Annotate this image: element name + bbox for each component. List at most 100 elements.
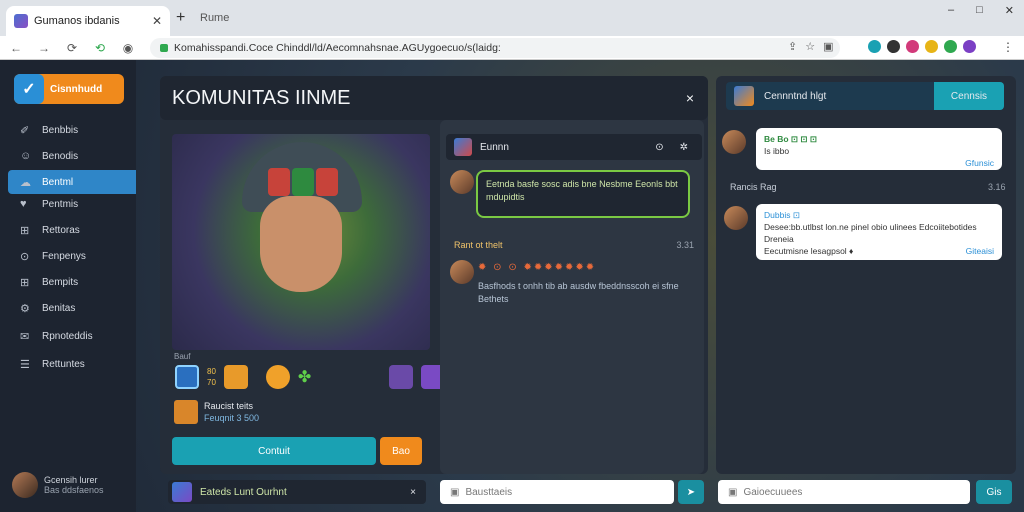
browser-tab-strip: Gumanos ibdanis ✕ + Rume – □ ✕ (0, 0, 1024, 36)
app-area: ✓ Cisnnhudd ✐ Benbbis ☺ Benodis ☁ Bentml ♥ P… (0, 60, 1024, 512)
helmet-mark (292, 168, 314, 196)
star-icon[interactable]: ☆ (805, 40, 815, 53)
skill-chips: 80 70 ✤ (175, 365, 446, 389)
sidebar-item-1[interactable]: ✐ Benbbis (8, 118, 136, 142)
right-input-placeholder: Gaioecuuees (743, 486, 803, 498)
list-icon: ☰ (20, 358, 30, 371)
card-text: Desee:bb.utlbst lon.ne pinel obio ulinee… (764, 222, 977, 244)
ext-icon-6[interactable] (963, 40, 976, 53)
sidebar-item-7[interactable]: ⊞ Bempits (8, 270, 136, 294)
settings-icon[interactable]: ✲ (680, 142, 688, 153)
shield-icon[interactable] (223, 365, 248, 389)
ext-icon-4[interactable] (925, 40, 938, 53)
stat-bottom: 70 (207, 378, 216, 387)
card-sub: Eecutmisne lesagpsol ♦ (764, 246, 854, 256)
card-tag[interactable]: Giteaisi (966, 245, 994, 257)
sidebar-item-label: Benodis (42, 150, 79, 162)
helmet-mark (268, 168, 290, 196)
coin-icon[interactable] (265, 365, 290, 389)
right-label: Rancis Rag (730, 182, 777, 192)
message-card: Be Bo ⊡ ⊡ ⊡ Is ibbo Gfunsic (756, 128, 1002, 170)
close-icon[interactable]: × (410, 487, 416, 498)
emoji-row: ✹ ⊙ ⊙ ✹✹✹✹✹✹✹ (478, 262, 597, 273)
sidebar-item-label: Fenpenys (42, 250, 86, 262)
sidebar-item-3[interactable]: ☁ Bentml (8, 170, 136, 194)
sidebar-item-label: Rettoras (42, 224, 80, 236)
logo[interactable]: ✓ Cisnnhudd (14, 74, 124, 104)
right-header-title: Cennntnd hlgt (764, 90, 827, 102)
chat-input[interactable]: ▣ Bausttaeis (440, 480, 674, 504)
ext-icon-5[interactable] (944, 40, 957, 53)
header-button[interactable]: Cennsis (934, 82, 1004, 110)
timer-icon[interactable] (389, 365, 414, 389)
table-icon: ⊞ (20, 276, 30, 289)
chat-message: Eetnda basfe sosc adis bne Nesbme Eeonls… (446, 166, 696, 232)
new-tab-icon[interactable]: + (176, 9, 185, 27)
section-count: 3.31 (676, 240, 694, 250)
edit-icon: ✐ (20, 124, 30, 137)
forward-icon[interactable]: → (36, 41, 52, 55)
stat-top: 80 (207, 367, 216, 376)
url-text: Komahisspandi.Coce Chinddl/ld/Aecomnahsn… (174, 42, 501, 54)
sidebar-item-label: Benitas (42, 302, 76, 314)
secondary-button[interactable]: Bao (380, 437, 422, 465)
share-icon[interactable]: ⇪ (788, 40, 797, 53)
smile-icon: ☺ (20, 150, 32, 162)
chat-header: Eunnn ⊙ ✲ (446, 134, 702, 160)
bottom-status-bar: Eateds Lunt Ourhnt × (168, 480, 426, 504)
send-button[interactable]: ➤ (678, 480, 704, 504)
user-profile[interactable]: Gcensih lurer Bas ddsfaenos (12, 472, 104, 498)
avatar (450, 170, 474, 194)
continue-button[interactable]: Contuit (172, 437, 376, 465)
skill-row[interactable]: Raucist teits Feuqnit 3 500 (174, 400, 259, 424)
image-icon: ▣ (728, 486, 738, 498)
skill-label: Raucist teits (204, 401, 254, 411)
address-bar[interactable]: Komahisspandi.Coce Chinddl/ld/Aecomnahsn… (150, 38, 840, 58)
extension-icon[interactable]: ⟲ (92, 41, 108, 55)
right-send-button[interactable]: Gis (976, 480, 1012, 504)
close-panel-icon[interactable]: × (686, 90, 694, 106)
profile-icon[interactable]: ◉ (120, 41, 136, 55)
ext-icon-1[interactable] (868, 40, 881, 53)
reload-icon[interactable]: ⟳ (64, 41, 80, 55)
avatar (724, 206, 748, 230)
circle-icon[interactable]: ⊙ (655, 142, 663, 153)
tab-title: Gumanos ibdanis (34, 15, 120, 27)
sidebar-item-6[interactable]: ⊙ Fenpenys (8, 244, 136, 268)
tab-close-icon[interactable]: ✕ (152, 14, 162, 28)
swords-icon (454, 138, 472, 156)
sidebar-item-2[interactable]: ☺ Benodis (8, 144, 136, 168)
hero-face (260, 196, 342, 292)
user-subtitle: Bas ddsfaenos (44, 485, 104, 495)
mail-icon: ✉ (20, 330, 30, 343)
back-icon[interactable]: ← (8, 41, 24, 55)
sword-icon[interactable] (175, 365, 199, 389)
ext-icon-2[interactable] (887, 40, 900, 53)
tab-title-secondary[interactable]: Rume (200, 12, 229, 24)
clover-icon[interactable]: ✤ (298, 367, 311, 387)
right-input[interactable]: ▣ Gaioecuuees (718, 480, 970, 504)
ext-icon-3[interactable] (906, 40, 919, 53)
page-title: KOMUNITAS IINME (172, 86, 351, 109)
avatar (722, 130, 746, 154)
avatar (12, 472, 38, 498)
maximize-icon[interactable]: □ (976, 4, 983, 17)
send-icon: ➤ (686, 486, 696, 498)
game-icon (734, 86, 754, 106)
minimize-icon[interactable]: – (948, 4, 954, 17)
section-row: Rant ot thelt 3.31 (454, 240, 694, 250)
browser-tab[interactable]: Gumanos ibdanis ✕ (6, 6, 170, 36)
menu-icon[interactable]: ⋮ (1002, 40, 1014, 54)
close-window-icon[interactable]: ✕ (1005, 4, 1014, 17)
sidebar-item-5[interactable]: ⊞ Rettoras (8, 218, 136, 242)
card-tag[interactable]: Gfunsic (764, 157, 994, 169)
user-name: Gcensih lurer (44, 475, 98, 485)
sidebar-item-8[interactable]: ⚙ Benitas (8, 296, 136, 320)
right-header: Cennntnd hlgt Cennsis (726, 82, 1004, 110)
sidebar-item-4[interactable]: ♥ Pentmis (8, 192, 136, 216)
avatar-icon[interactable]: ▣ (823, 40, 833, 53)
cloud-icon: ☁ (20, 176, 31, 189)
sidebar-item-10[interactable]: ☰ Rettuntes (8, 352, 136, 376)
sidebar-item-9[interactable]: ✉ Rpnoteddis (8, 324, 136, 348)
avatar (450, 260, 474, 284)
